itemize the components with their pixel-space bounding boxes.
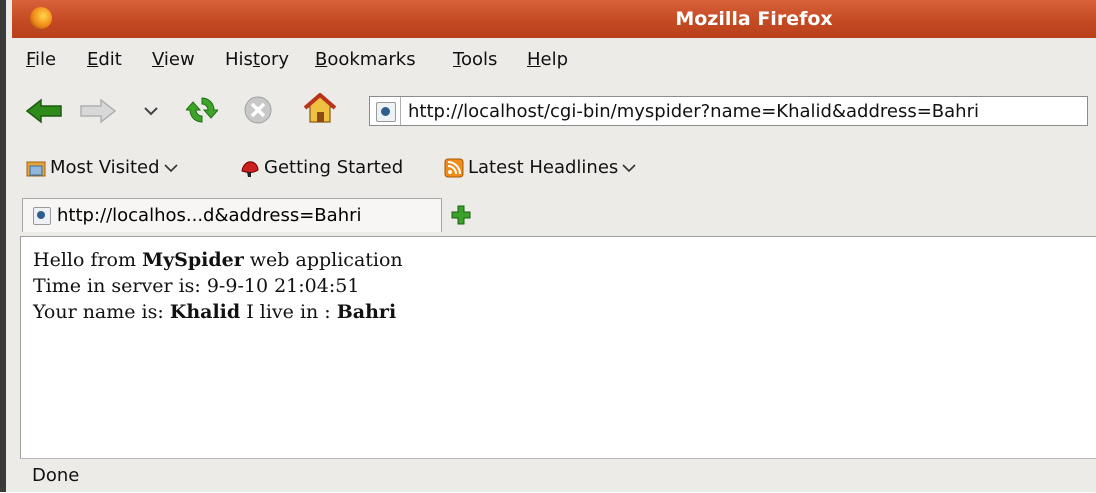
bookmark-most-visited-label: Most Visited — [50, 157, 160, 178]
menu-bookmarks[interactable]: Bookmarks — [315, 49, 416, 70]
home-icon — [303, 93, 337, 123]
user-address: Bahri — [336, 301, 397, 323]
user-info-line: Your name is: Khalid I live in : Bahri — [33, 301, 397, 323]
status-bar: Done — [20, 458, 1096, 493]
bookmark-getting-started-label: Getting Started — [264, 157, 404, 178]
rss-feed-icon — [444, 158, 464, 177]
stop-icon — [244, 96, 272, 124]
menu-edit[interactable]: Edit — [87, 49, 122, 70]
chevron-down-icon — [163, 163, 178, 172]
bookmark-most-visited[interactable]: Most Visited — [26, 157, 178, 178]
navigation-toolbar: http://localhost/cgi-bin/myspider?name=K… — [12, 82, 1096, 142]
bookmark-latest-headlines[interactable]: Latest Headlines — [444, 157, 636, 178]
folder-icon — [26, 161, 46, 176]
user-name: Khalid — [169, 301, 241, 323]
back-button[interactable] — [24, 96, 64, 126]
status-text: Done — [32, 465, 80, 486]
stop-button[interactable] — [240, 92, 276, 128]
forward-arrow-icon — [80, 98, 117, 124]
forward-button[interactable] — [78, 96, 118, 126]
chevron-down-icon — [144, 107, 158, 116]
url-text[interactable]: http://localhost/cgi-bin/myspider?name=K… — [408, 101, 979, 122]
back-arrow-icon — [25, 98, 62, 124]
page-content: Hello from MySpider web application Time… — [20, 236, 1096, 459]
menu-help[interactable]: Help — [527, 49, 568, 70]
bookmark-getting-started[interactable]: Getting Started — [240, 157, 403, 178]
server-time-line: Time in server is: 9-9-10 21:04:51 — [33, 275, 360, 297]
greeting-line: Hello from MySpider web application — [33, 249, 403, 271]
history-dropdown-button[interactable] — [142, 100, 160, 122]
title-bar: Mozilla Firefox — [12, 0, 1096, 38]
app-name: MySpider — [142, 249, 244, 271]
menu-tools[interactable]: Tools — [453, 49, 497, 70]
tab-label: http://localhos...d&address=Bahri — [57, 205, 362, 226]
home-button[interactable] — [300, 90, 340, 128]
reload-button[interactable] — [184, 92, 220, 128]
window-title: Mozilla Firefox — [675, 8, 833, 30]
tab-active[interactable]: http://localhos...d&address=Bahri — [22, 198, 442, 232]
menu-view[interactable]: View — [152, 49, 195, 70]
menu-history[interactable]: History — [225, 49, 289, 70]
url-bar[interactable]: http://localhost/cgi-bin/myspider?name=K… — [369, 96, 1088, 126]
bookmark-latest-headlines-label: Latest Headlines — [468, 157, 619, 178]
reload-icon — [186, 97, 218, 123]
red-hat-icon — [241, 160, 259, 177]
site-icon — [33, 207, 51, 225]
menu-file[interactable]: File — [26, 49, 56, 70]
menu-bar: File Edit View History Bookmarks Tools H… — [12, 40, 1096, 80]
browser-window: Mozilla Firefox File Edit View History B… — [0, 0, 1096, 492]
new-tab-plus-icon[interactable] — [450, 204, 472, 226]
bookmarks-toolbar: Most Visited Getting Started Latest Head… — [12, 146, 1096, 192]
site-identity-icon[interactable] — [376, 102, 396, 122]
tab-bar: http://localhos...d&address=Bahri — [12, 192, 1096, 236]
chevron-down-icon — [622, 163, 636, 172]
url-separator — [400, 97, 401, 125]
